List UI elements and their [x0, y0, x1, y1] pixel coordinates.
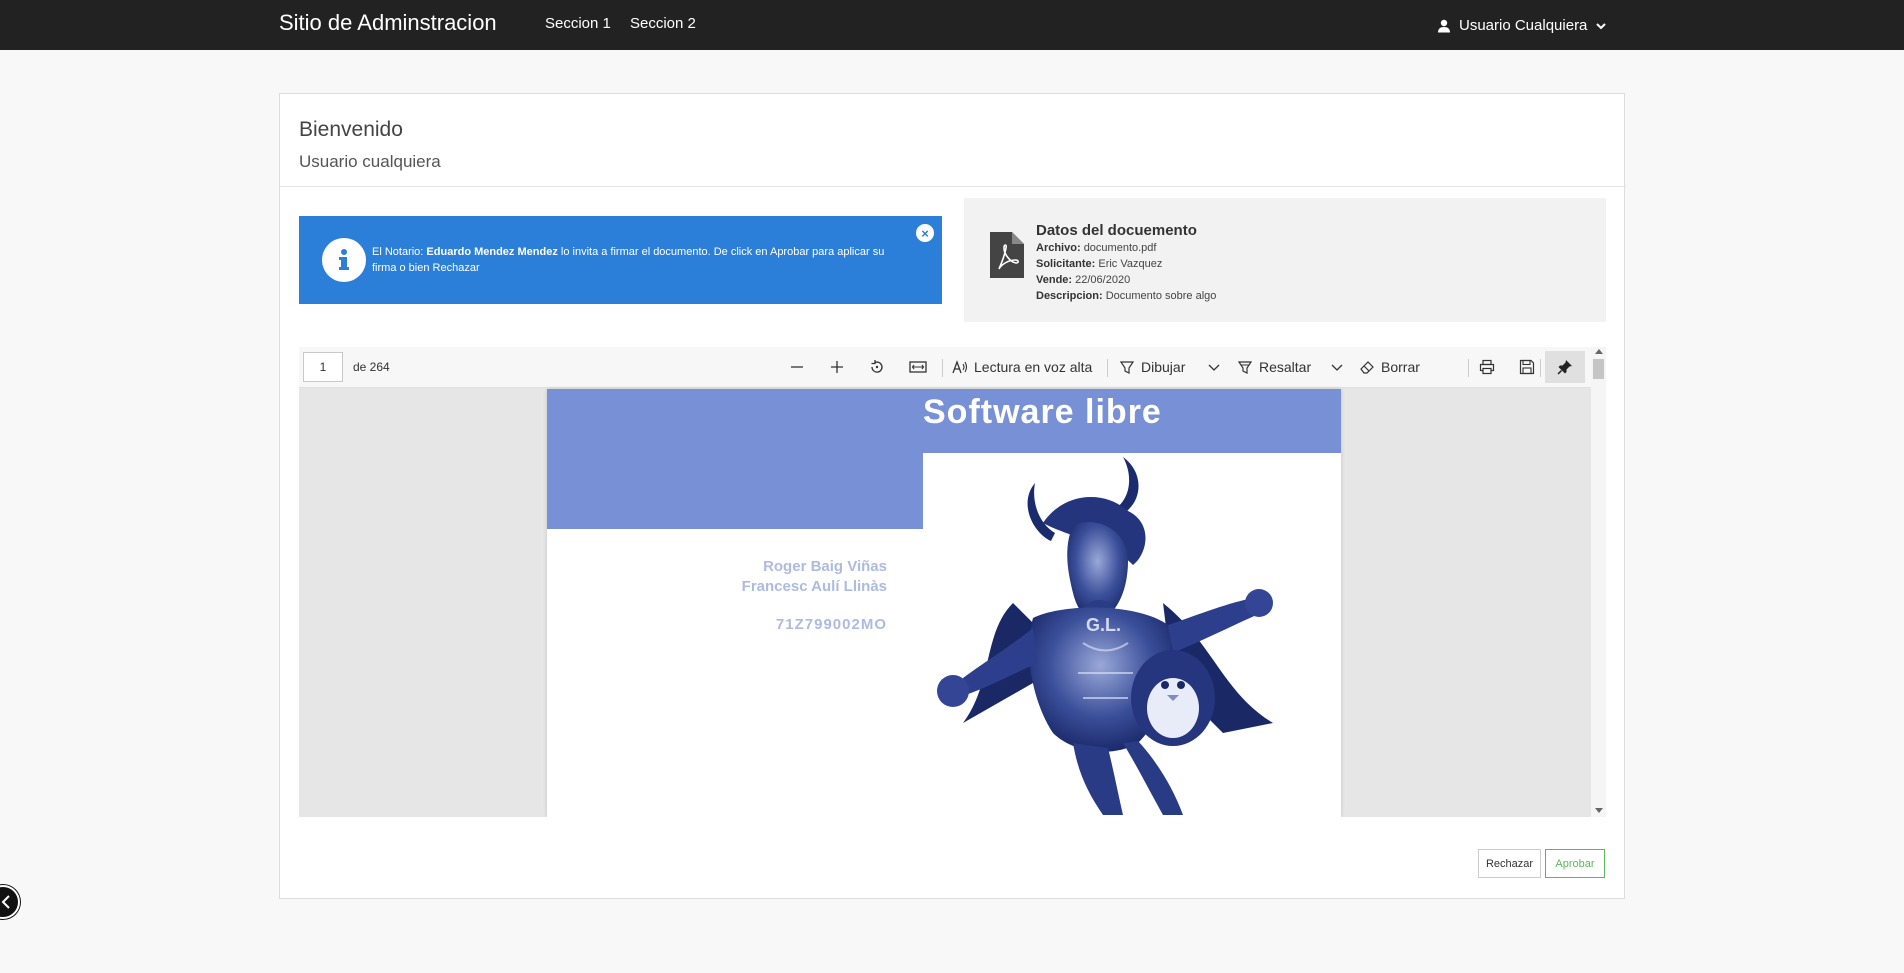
- toolbar-separator: [1540, 359, 1541, 377]
- user-name: Usuario Cualquiera: [1459, 17, 1588, 34]
- toolbar-separator: [942, 359, 943, 377]
- approve-button[interactable]: Aprobar: [1545, 849, 1605, 878]
- top-navbar: Sitio de Adminstracion Seccion 1 Seccion…: [0, 0, 1904, 50]
- pin-icon: [1557, 360, 1572, 375]
- read-aloud-button[interactable]: Lectura en voz alta: [952, 355, 1092, 379]
- erase-button[interactable]: Borrar: [1359, 355, 1420, 379]
- chevron-down-icon: [1595, 20, 1607, 32]
- document-field-vende: Vende: 22/06/2020: [1036, 274, 1130, 286]
- pdf-cover-authors: Roger Baig Viñas Francesc Aulí Llinàs: [647, 557, 887, 597]
- field-value: documento.pdf: [1083, 242, 1157, 254]
- print-button[interactable]: [1479, 355, 1495, 379]
- page-number-input[interactable]: 1: [303, 352, 343, 382]
- read-aloud-label: Lectura en voz alta: [974, 359, 1093, 375]
- highlight-icon: [1237, 361, 1253, 374]
- highlight-label: Resaltar: [1259, 359, 1312, 375]
- erase-label: Borrar: [1381, 359, 1420, 375]
- main-panel: Bienvenido Usuario cualquiera El Notario…: [279, 93, 1626, 899]
- viewer-scrollbar[interactable]: [1591, 347, 1606, 817]
- zoom-out-button[interactable]: [789, 355, 805, 379]
- field-label: Archivo:: [1036, 242, 1081, 254]
- rotate-icon: [871, 360, 883, 373]
- field-label: Solicitante:: [1036, 258, 1096, 270]
- eraser-icon: [1360, 361, 1374, 374]
- save-icon: [1519, 359, 1535, 375]
- document-title: Datos del docuemento: [1036, 222, 1197, 239]
- pdf-cover-code: 71Z799002MO: [775, 616, 887, 633]
- gnu-superhero-illustration: G.L.: [937, 457, 1273, 815]
- minus-icon: [791, 366, 803, 368]
- alert-prefix: El Notario:: [372, 246, 427, 258]
- plus-icon: [831, 361, 843, 373]
- document-field-solicitante: Solicitante: Eric Vazquez: [1036, 258, 1162, 270]
- page-total: de 264: [353, 360, 390, 374]
- document-field-archivo: Archivo: documento.pdf: [1036, 242, 1156, 254]
- reject-button[interactable]: Rechazar: [1478, 849, 1541, 878]
- chevron-down-icon: [1208, 364, 1220, 371]
- svg-text:G.L.: G.L.: [1086, 615, 1121, 635]
- nav-link-seccion-1[interactable]: Seccion 1: [545, 15, 611, 32]
- pin-toolbar-button[interactable]: [1545, 351, 1585, 383]
- brand-title[interactable]: Sitio de Adminstracion: [279, 10, 497, 36]
- draw-icon: [1119, 361, 1135, 374]
- draw-options-dropdown[interactable]: [1208, 355, 1220, 379]
- draw-button[interactable]: Dibujar: [1119, 355, 1185, 379]
- scroll-up-arrow[interactable]: [1595, 349, 1603, 354]
- print-icon: [1479, 359, 1495, 375]
- draw-label: Dibujar: [1141, 359, 1186, 375]
- zoom-in-button[interactable]: [829, 355, 845, 379]
- user-menu[interactable]: Usuario Cualquiera: [1437, 17, 1607, 34]
- field-label: Descripcion:: [1036, 290, 1103, 302]
- pdf-author: Francesc Aulí Llinàs: [741, 578, 887, 595]
- rotate-button[interactable]: [869, 355, 885, 379]
- highlight-options-dropdown[interactable]: [1331, 355, 1343, 379]
- header-divider: [280, 186, 1626, 187]
- alert-message: El Notario: Eduardo Mendez Mendez lo inv…: [372, 244, 902, 276]
- document-info-box: Datos del docuemento Archivo: documento.…: [964, 198, 1606, 322]
- toolbar-separator: [1107, 359, 1108, 377]
- close-icon[interactable]: ×: [916, 224, 934, 242]
- back-floating-button[interactable]: [0, 885, 20, 919]
- alert-notary-name: Eduardo Mendez Mendez: [426, 246, 558, 258]
- scroll-down-arrow[interactable]: [1595, 808, 1603, 813]
- field-value: 22/06/2020: [1075, 274, 1131, 286]
- page-title: Bienvenido: [299, 118, 403, 141]
- field-value: Documento sobre algo: [1105, 290, 1217, 302]
- nav-link-seccion-2[interactable]: Seccion 2: [630, 15, 696, 32]
- fit-page-button[interactable]: [909, 355, 927, 379]
- scroll-thumb[interactable]: [1593, 359, 1604, 379]
- info-icon: [322, 238, 366, 282]
- pdf-cover-title: Software libre: [923, 393, 1162, 431]
- chevron-left-icon: [1, 895, 10, 909]
- fit-width-icon: [909, 361, 927, 373]
- user-icon: [1437, 19, 1451, 33]
- cover-left-band: [547, 453, 923, 529]
- field-label: Vende:: [1036, 274, 1073, 286]
- chevron-down-icon: [1331, 364, 1343, 371]
- page-subtitle: Usuario cualquiera: [299, 152, 441, 171]
- pdf-page: Software libre Roger Baig Viñas Francesc…: [547, 389, 1341, 817]
- read-aloud-icon: [952, 360, 968, 374]
- save-button[interactable]: [1519, 355, 1535, 379]
- pdf-viewer: 1 de 264 Lectura en voz alta Dibujar Res…: [299, 347, 1606, 817]
- pdf-author: Roger Baig Viñas: [763, 558, 887, 575]
- pdf-file-icon: [990, 232, 1024, 283]
- highlight-button[interactable]: Resaltar: [1237, 355, 1311, 379]
- toolbar-separator: [1468, 359, 1469, 377]
- document-field-descripcion: Descripcion: Documento sobre algo: [1036, 290, 1216, 302]
- field-value: Eric Vazquez: [1098, 258, 1163, 270]
- signature-request-alert: El Notario: Eduardo Mendez Mendez lo inv…: [299, 216, 942, 304]
- pdf-toolbar: 1 de 264 Lectura en voz alta Dibujar Res…: [299, 347, 1591, 388]
